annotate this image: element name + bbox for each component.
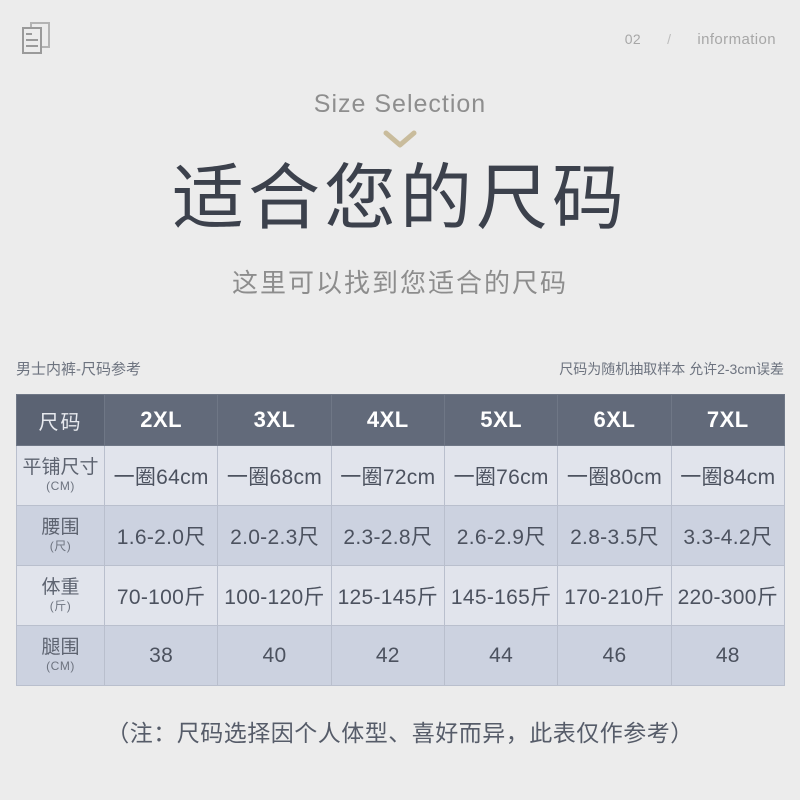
- column-header-7xl: 7XL: [670, 394, 786, 446]
- size-chart-header: 尺码 2XL 3XL 4XL 5XL 6XL 7XL: [16, 394, 786, 446]
- column-header-2xl: 2XL: [103, 394, 219, 446]
- section-label: information: [697, 30, 776, 48]
- row-header-label: 平铺尺寸: [22, 457, 99, 479]
- column-header-5xl: 5XL: [443, 394, 559, 446]
- cell-leg-7xl: 48: [670, 625, 786, 686]
- row-header-weight: 体重 (斤): [16, 565, 105, 626]
- row-header-label: 腰围: [41, 517, 80, 539]
- cell-waist-3xl: 2.0-2.3尺: [217, 505, 332, 566]
- column-header-4xl: 4XL: [330, 394, 445, 446]
- column-header-6xl: 6XL: [557, 394, 672, 446]
- hero-eyebrow: Size Selection: [313, 90, 487, 118]
- page-title: 适合您的尺码: [171, 159, 628, 239]
- cell-weight-5xl: 145-165斤: [443, 565, 559, 626]
- size-chart-table: 尺码 2XL 3XL 4XL 5XL 6XL 7XL 平铺尺寸 (CM) 一圈6…: [16, 394, 786, 686]
- cell-flat-size-3xl: 一圈68cm: [217, 445, 332, 506]
- row-header-unit: (尺): [49, 539, 72, 554]
- cell-flat-size-2xl: 一圈64cm: [103, 445, 219, 506]
- cell-leg-5xl: 44: [443, 625, 559, 686]
- cell-weight-3xl: 100-120斤: [217, 565, 332, 626]
- cell-waist-2xl: 1.6-2.0尺: [103, 505, 219, 566]
- row-header-waist: 腰围 (尺): [16, 505, 105, 566]
- cell-leg-6xl: 46: [557, 625, 672, 686]
- cell-leg-2xl: 38: [103, 625, 219, 686]
- cell-waist-4xl: 2.3-2.8尺: [330, 505, 445, 566]
- cell-leg-3xl: 40: [217, 625, 332, 686]
- documents-icon-line-3: [26, 45, 38, 47]
- page-subtitle: 这里可以找到您适合的尺码: [231, 268, 568, 299]
- section-separator: /: [667, 31, 672, 47]
- row-header-unit: (斤): [49, 599, 72, 614]
- hero-section: Size Selection 适合您的尺码 这里可以找到您适合的尺码: [0, 78, 800, 300]
- table-header-row: 尺码 2XL 3XL 4XL 5XL 6XL 7XL: [16, 394, 786, 446]
- column-header-3xl: 3XL: [217, 394, 332, 446]
- documents-icon-line-1: [26, 33, 32, 35]
- documents-icon-line-2: [26, 39, 38, 41]
- table-caption-right: 尺码为随机抽取样本 允许2-3cm误差: [559, 361, 784, 377]
- size-chart-body: 平铺尺寸 (CM) 一圈64cm 一圈68cm 一圈72cm 一圈76cm 一圈…: [16, 445, 786, 686]
- row-header-flat-size: 平铺尺寸 (CM): [16, 445, 105, 506]
- section-number: 02: [624, 31, 642, 47]
- row-header-leg-circumference: 腿围 (CM): [16, 625, 105, 686]
- cell-waist-7xl: 3.3-4.2尺: [670, 505, 786, 566]
- row-header-unit: (CM): [46, 479, 75, 494]
- table-corner-header: 尺码: [16, 394, 105, 446]
- cell-flat-size-5xl: 一圈76cm: [443, 445, 559, 506]
- row-header-label: 体重: [41, 577, 80, 599]
- table-caption-row: 男士内裤-尺码参考 尺码为随机抽取样本 允许2-3cm误差: [16, 358, 784, 379]
- cell-weight-6xl: 170-210斤: [557, 565, 672, 626]
- top-bar: 02 / information: [0, 0, 800, 78]
- table-row: 腿围 (CM) 38 40 42 44 46 48: [16, 625, 786, 686]
- cell-waist-5xl: 2.6-2.9尺: [443, 505, 559, 566]
- table-caption-left: 男士内裤-尺码参考: [16, 361, 141, 378]
- table-row: 腰围 (尺) 1.6-2.0尺 2.0-2.3尺 2.3-2.8尺 2.6-2.…: [16, 505, 786, 566]
- cell-weight-4xl: 125-145斤: [330, 565, 445, 626]
- table-footnote: （注：尺码选择因个人体型、喜好而异，此表仅作参考）: [106, 720, 694, 746]
- cell-flat-size-4xl: 一圈72cm: [330, 445, 445, 506]
- row-header-label: 腿围: [41, 637, 80, 659]
- chevron-down-icon: [383, 130, 417, 148]
- table-row: 平铺尺寸 (CM) 一圈64cm 一圈68cm 一圈72cm 一圈76cm 一圈…: [16, 445, 786, 506]
- cell-flat-size-7xl: 一圈84cm: [670, 445, 786, 506]
- section-indicator: 02 / information: [625, 31, 776, 48]
- cell-weight-2xl: 70-100斤: [103, 565, 219, 626]
- row-header-unit: (CM): [46, 659, 75, 674]
- cell-leg-4xl: 42: [330, 625, 445, 686]
- cell-flat-size-6xl: 一圈80cm: [557, 445, 672, 506]
- cell-waist-6xl: 2.8-3.5尺: [557, 505, 672, 566]
- cell-weight-7xl: 220-300斤: [670, 565, 786, 626]
- documents-icon: [22, 22, 52, 56]
- table-row: 体重 (斤) 70-100斤 100-120斤 125-145斤 145-165…: [16, 565, 786, 626]
